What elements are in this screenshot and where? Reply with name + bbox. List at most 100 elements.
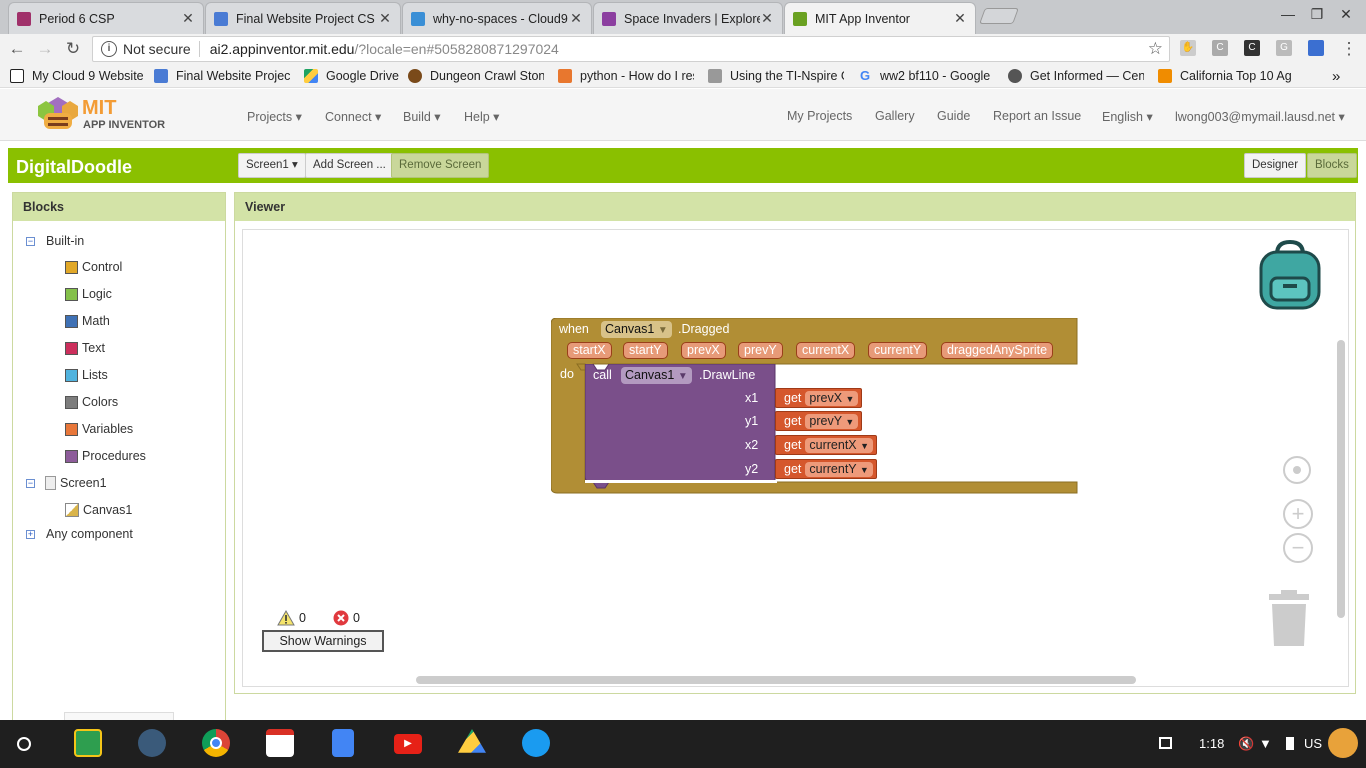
close-window-icon[interactable]: ✕ [1336,6,1356,23]
variable-dropdown[interactable]: prevY ▼ [805,414,859,429]
bookmark-item[interactable]: California Top 10 Ag [1158,67,1294,85]
get-prevY-block[interactable]: get prevY ▼ [775,411,863,431]
link-my-projects[interactable]: My Projects [787,109,852,123]
drawer-logic[interactable]: Logic [65,287,112,301]
info-icon[interactable]: i [101,41,117,57]
extension-icon[interactable]: C [1244,40,1260,56]
param-currentY[interactable]: currentY [868,342,928,359]
menu-icon[interactable]: ⋮ [1338,38,1360,60]
bookmark-star-icon[interactable]: ☆ [1148,39,1163,59]
expand-icon[interactable]: + [26,529,35,539]
close-icon[interactable]: ✕ [569,10,583,27]
drawer-control[interactable]: Control [65,260,122,274]
restore-icon[interactable]: ❐ [1307,6,1327,23]
browser-tab[interactable]: Space Invaders | Explore ✕ [593,2,783,34]
browser-tab[interactable]: why-no-spaces - Cloud9 ✕ [402,2,592,34]
avatar[interactable] [1328,728,1358,758]
forward-icon[interactable]: → [34,38,56,60]
add-screen-button[interactable]: Add Screen ... [305,153,394,178]
wifi-icon[interactable]: ▼ [1259,736,1272,751]
component-dropdown[interactable]: Canvas1 ▼ [601,321,672,338]
param-draggedAnySprite[interactable]: draggedAnySprite [941,342,1054,359]
language-menu[interactable]: English ▾ [1102,109,1153,124]
component-dropdown[interactable]: Canvas1 ▼ [621,367,692,384]
blocks-workspace[interactable]: when Canvas1 ▼ .Dragged startX startY pr… [242,229,1349,687]
variable-dropdown[interactable]: currentY ▼ [805,462,873,477]
drawer-procedures[interactable]: Procedures [65,449,146,463]
reload-icon[interactable]: ↻ [62,38,84,60]
param-prevX[interactable]: prevX [681,342,726,359]
browser-tab[interactable]: Period 6 CSP ✕ [8,2,204,34]
show-warnings-button[interactable]: Show Warnings [262,630,384,652]
new-tab-button[interactable] [979,8,1019,24]
get-currentY-block[interactable]: get currentY ▼ [775,459,877,479]
variable-dropdown[interactable]: prevX ▼ [805,391,859,406]
remove-screen-button[interactable]: Remove Screen [391,153,490,178]
link-guide[interactable]: Guide [937,109,970,123]
designer-button[interactable]: Designer [1244,153,1307,178]
blocks-button[interactable]: Blocks [1307,153,1357,178]
drawer-text[interactable]: Text [65,341,105,355]
account-menu[interactable]: lwong003@mymail.lausd.net ▾ [1175,109,1345,124]
drawer-colors[interactable]: Colors [65,395,118,409]
menu-build[interactable]: Build ▾ [403,109,441,124]
security-shield-icon[interactable] [138,729,166,757]
drawer-lists[interactable]: Lists [65,368,108,382]
bookmark-item[interactable]: G ww2 bf110 - Google [858,67,994,85]
vertical-scrollbar[interactable] [1337,340,1345,618]
close-icon[interactable]: ✕ [760,10,774,27]
tree-canvas1[interactable]: Canvas1 [65,503,132,517]
extension-icon[interactable]: ✋ [1180,40,1196,56]
param-prevY[interactable]: prevY [738,342,783,359]
bookmark-item[interactable]: Final Website Project [154,67,290,85]
backpack-icon[interactable] [1255,240,1325,312]
zoom-out-icon[interactable]: − [1283,533,1313,563]
get-currentX-block[interactable]: get currentX ▼ [775,435,878,455]
extension-icon[interactable] [1308,40,1324,56]
google-drive-icon[interactable] [458,729,486,753]
bookmark-item[interactable]: python - How do I res [558,67,694,85]
youtube-icon[interactable]: ▶ [394,734,422,754]
logo[interactable]: MIT APP INVENTOR [36,95,176,135]
screen-select[interactable]: Screen1 ▾ [238,153,306,178]
close-icon[interactable]: ✕ [378,10,392,27]
chrome-icon[interactable] [202,729,230,757]
menu-help[interactable]: Help ▾ [464,109,499,124]
horizontal-scrollbar[interactable] [416,676,1136,684]
classroom-icon[interactable] [74,729,102,757]
extension-icon[interactable]: C [1212,40,1228,56]
recenter-icon[interactable] [1283,456,1311,484]
drawer-variables[interactable]: Variables [65,422,133,436]
collapse-icon[interactable]: − [26,236,35,246]
param-currentX[interactable]: currentX [796,342,856,359]
clock[interactable]: 1:18 [1199,736,1224,751]
files-icon[interactable] [522,729,550,757]
zoom-in-icon[interactable]: + [1283,499,1313,529]
variable-dropdown[interactable]: currentX ▼ [805,438,874,453]
browser-tab-active[interactable]: MIT App Inventor ✕ [784,2,976,34]
menu-connect[interactable]: Connect ▾ [325,109,381,124]
launcher-icon[interactable] [17,737,31,751]
address-bar[interactable]: i Not secure ai2.appinventor.mit.edu /?l… [92,36,1170,62]
tree-any-component[interactable]: + Any component [26,527,133,541]
bookmark-item[interactable]: Dungeon Crawl Stone [408,67,544,85]
google-docs-icon[interactable] [332,729,354,757]
call-block-drawline[interactable]: call Canvas1 ▼ .DrawLine x1 y1 x2 y2 [585,364,777,494]
gmail-icon[interactable] [266,729,294,757]
battery-icon[interactable] [1286,737,1294,750]
tree-screen1[interactable]: − Screen1 [26,476,107,490]
close-icon[interactable]: ✕ [181,10,195,27]
bookmark-item[interactable]: Get Informed — Cent [1008,67,1144,85]
drawer-math[interactable]: Math [65,314,110,328]
extension-icon[interactable]: G [1276,40,1292,56]
mute-icon[interactable]: 🔇 [1238,736,1254,752]
param-startX[interactable]: startX [567,342,612,359]
get-prevX-block[interactable]: get prevX ▼ [775,388,863,408]
param-startY[interactable]: startY [623,342,668,359]
collapse-icon[interactable]: − [26,478,35,488]
close-icon[interactable]: ✕ [953,10,967,27]
tree-builtin[interactable]: − Built-in [26,234,84,248]
browser-tab[interactable]: Final Website Project CS ✕ [205,2,401,34]
link-gallery[interactable]: Gallery [875,109,915,123]
back-icon[interactable]: ← [6,38,28,60]
